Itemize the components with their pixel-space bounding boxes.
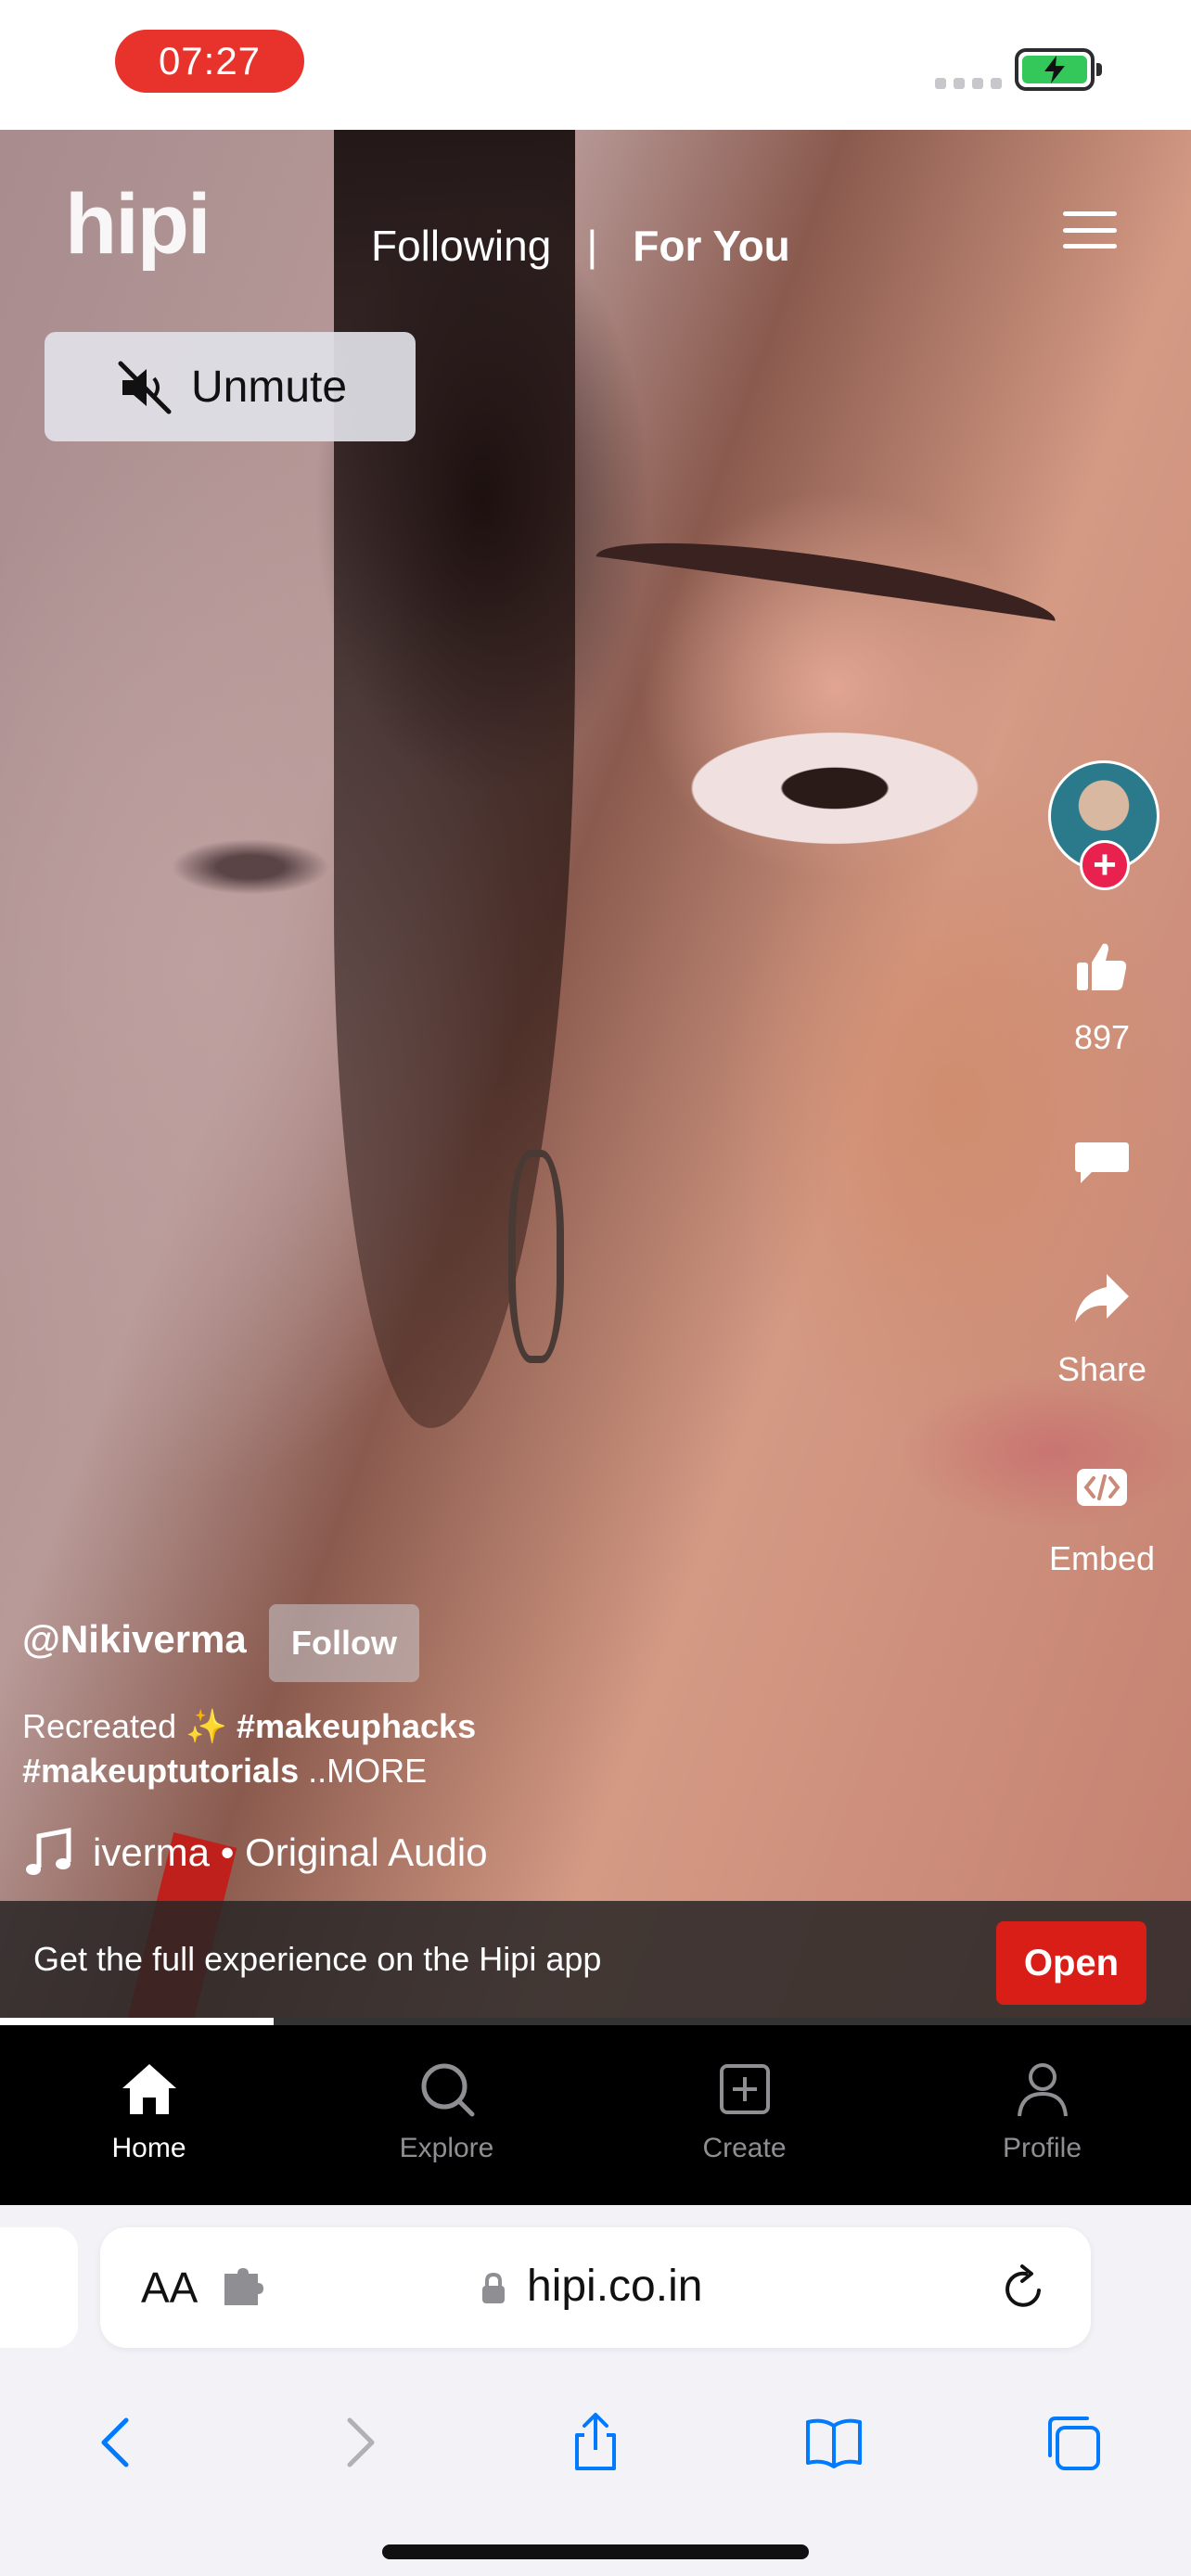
back-button[interactable]	[0, 2387, 238, 2498]
tab-for-you[interactable]: For You	[633, 221, 790, 271]
post-caption: Recreated ✨ #makeuphacks #makeuptutorial…	[22, 1704, 857, 1793]
nav-home-label: Home	[111, 2133, 186, 2163]
browser-toolbar	[0, 2387, 1191, 2498]
nav-explore-label: Explore	[399, 2133, 494, 2163]
video-progress-fill	[0, 2018, 275, 2025]
video-frame-eye	[668, 723, 1002, 853]
cellular-signal-icon	[935, 78, 1002, 89]
like-count: 897	[1073, 1018, 1131, 1056]
nav-explore[interactable]: Explore	[298, 2025, 596, 2205]
embed-button[interactable]: Embed	[1039, 1458, 1165, 1578]
status-bar: 07:27	[0, 0, 1191, 130]
reload-icon[interactable]	[998, 2263, 1050, 2315]
browser-chrome: AA hipi.co.in	[0, 2205, 1191, 2576]
tabs-icon	[1047, 2417, 1100, 2470]
creator-username[interactable]: @Nikiverma	[22, 1617, 247, 1662]
audio-track[interactable]: iverma • Original Audio	[22, 1827, 488, 1879]
status-time: 07:27	[115, 30, 304, 93]
bookmarks-icon	[805, 2418, 862, 2468]
unmute-button[interactable]: Unmute	[45, 332, 416, 441]
follow-button[interactable]: Follow	[269, 1604, 419, 1682]
previous-tab-preview[interactable]	[0, 2227, 78, 2348]
share-page-button[interactable]	[477, 2387, 715, 2498]
charging-bolt-icon	[1044, 56, 1065, 83]
video-frame-brow	[591, 524, 1060, 654]
battery-icon	[1015, 48, 1102, 91]
tab-separator: |	[586, 222, 598, 270]
feed-tabs: Following | For You	[371, 221, 790, 271]
nav-home[interactable]: Home	[0, 2025, 298, 2205]
search-icon	[421, 2063, 474, 2117]
video-frame-ghost-eye	[158, 835, 343, 899]
person-icon	[1017, 2063, 1068, 2117]
url-text: hipi.co.in	[527, 2262, 703, 2311]
music-note-icon	[26, 1827, 71, 1875]
home-indicator	[382, 2544, 809, 2559]
lock-icon	[482, 2272, 505, 2303]
video-progress-bar[interactable]	[0, 2018, 1191, 2025]
nav-create[interactable]: Create	[596, 2025, 893, 2205]
hashtag-makeuphacks[interactable]: #makeuphacks	[237, 1707, 476, 1745]
hipi-logo[interactable]: hipi	[65, 176, 211, 274]
video-frame-earring	[508, 1150, 564, 1363]
embed-code-icon	[1077, 1469, 1127, 1506]
embed-label: Embed	[1048, 1539, 1156, 1577]
extensions-icon[interactable]	[221, 2266, 269, 2309]
nav-profile[interactable]: Profile	[893, 2025, 1191, 2205]
hamburger-icon[interactable]	[1063, 211, 1117, 249]
address-bar[interactable]: AA hipi.co.in	[100, 2227, 1091, 2348]
tab-following[interactable]: Following	[371, 221, 551, 271]
forward-icon	[347, 2417, 375, 2468]
banner-text: Get the full experience on the Hipi app	[33, 1940, 602, 1978]
follow-plus-badge[interactable]: +	[1080, 840, 1130, 890]
text-size-button[interactable]: AA	[141, 2263, 198, 2313]
share-label: Share	[1057, 1350, 1147, 1388]
caption-text: Recreated ✨	[22, 1707, 237, 1745]
forward-button[interactable]	[238, 2387, 477, 2498]
share-button[interactable]: Share	[1039, 1269, 1165, 1389]
unmute-label: Unmute	[191, 362, 348, 412]
hashtag-makeuptutorials[interactable]: #makeuptutorials	[22, 1752, 299, 1790]
more-link[interactable]: ..MORE	[299, 1752, 427, 1790]
thumbs-up-icon	[1077, 943, 1127, 990]
audio-label: iverma • Original Audio	[93, 1830, 488, 1874]
bottom-nav: Home Explore Create Profile	[0, 2025, 1191, 2205]
nav-profile-label: Profile	[1002, 2133, 1082, 2163]
bookmarks-button[interactable]	[714, 2387, 953, 2498]
comment-icon	[1075, 1142, 1129, 1183]
share-arrow-icon	[1075, 1274, 1129, 1322]
muted-speaker-icon	[118, 361, 172, 414]
back-icon	[101, 2417, 129, 2468]
comment-button[interactable]	[1039, 1131, 1165, 1192]
tabs-button[interactable]	[953, 2387, 1191, 2498]
nav-create-label: Create	[702, 2133, 787, 2163]
home-icon	[122, 2064, 176, 2114]
share-icon	[574, 2413, 616, 2470]
open-app-button[interactable]: Open	[996, 1921, 1146, 2005]
like-button[interactable]: 897	[1039, 937, 1165, 1057]
plus-square-icon	[719, 2064, 770, 2114]
